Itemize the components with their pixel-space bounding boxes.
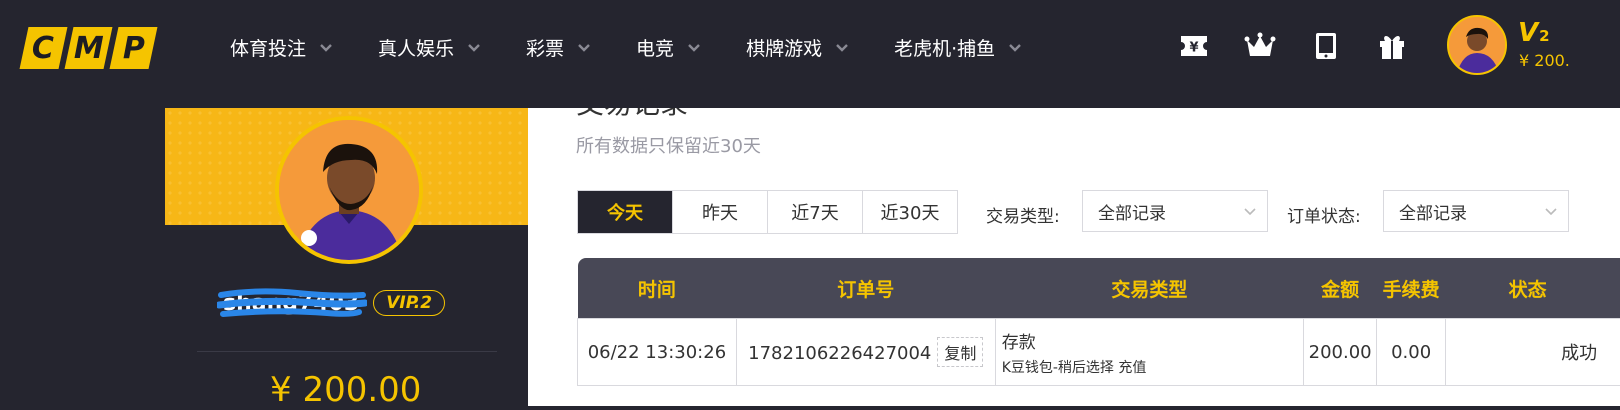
transaction-type: 存款 (1002, 328, 1302, 353)
tab-last-30-days[interactable]: 近30天 (862, 191, 957, 233)
transaction-type-value: 全部记录 (1098, 199, 1166, 224)
cell-type: 存款 K豆钱包-稍后选择 充值 (995, 319, 1303, 386)
nav-item-sports[interactable]: 体育投注 (230, 34, 334, 61)
chevron-down-icon (318, 43, 334, 53)
page-subtitle: 所有数据只保留近30天 (576, 132, 761, 158)
cell-status: 成功 (1446, 319, 1620, 386)
chevron-down-icon (1544, 207, 1558, 216)
vip-level-mini: V2 (1518, 18, 1550, 48)
vip-letter: V (1518, 18, 1538, 48)
user-avatar-large[interactable] (275, 116, 423, 264)
nav-item-label: 体育投注 (230, 34, 306, 61)
transaction-type-select[interactable]: 全部记录 (1082, 190, 1268, 232)
gift-icon[interactable] (1376, 30, 1408, 62)
nav-item-label: 电竞 (636, 34, 674, 61)
nav-item-card-games[interactable]: 棋牌游戏 (746, 34, 850, 61)
cell-fee: 0.00 (1377, 319, 1446, 386)
main-nav: 体育投注 真人娱乐 彩票 电竞 棋牌游戏 老虎机·捕鱼 (230, 34, 1067, 61)
order-number: 1782106226427004 (748, 343, 931, 364)
logo-letter-box: C (20, 27, 68, 69)
nav-item-label: 真人娱乐 (378, 34, 454, 61)
cell-amount: 200.00 (1304, 319, 1377, 386)
table-row: 06/22 13:30:26 1782106226427004 复制 存款 K豆钱… (578, 319, 1620, 386)
chevron-down-icon (686, 43, 702, 53)
table-header-row: 时间 订单号 交易类型 金额 手续费 状态 (578, 258, 1620, 319)
nav-item-esports[interactable]: 电竞 (636, 34, 702, 61)
account-balance: ¥ 200.00 (270, 370, 421, 410)
nav-item-slots-fishing[interactable]: 老虎机·捕鱼 (894, 34, 1023, 61)
vip-badge: VIP.2 (373, 290, 445, 316)
tablet-icon[interactable] (1310, 30, 1342, 62)
logo-letter: M (74, 31, 104, 66)
username-row: shang7403 VIP.2 (223, 290, 445, 316)
column-header-status: 状态 (1446, 258, 1620, 319)
tab-yesterday[interactable]: 昨天 (672, 191, 767, 233)
logo-letter: P (123, 31, 145, 66)
column-header-fee: 手续费 (1377, 258, 1446, 319)
cell-time: 06/22 13:30:26 (578, 319, 737, 386)
column-header-time: 时间 (578, 258, 737, 319)
transaction-type-detail: K豆钱包-稍后选择 充值 (1002, 357, 1302, 377)
transaction-table: 时间 订单号 交易类型 金额 手续费 状态 06/22 13:30:26 178… (577, 258, 1620, 386)
tab-today[interactable]: 今天 (578, 191, 672, 233)
date-range-tabs: 今天 昨天 近7天 近30天 (577, 190, 958, 234)
column-header-amount: 金额 (1304, 258, 1377, 319)
order-status-label: 订单状态: (1287, 202, 1361, 227)
transaction-content: 交易记录 所有数据只保留近30天 今天 昨天 近7天 近30天 交易类型: 全部… (528, 108, 1620, 406)
logo-letter: C (32, 31, 54, 66)
nav-item-label: 彩票 (526, 34, 564, 61)
tab-last-7-days[interactable]: 近7天 (767, 191, 862, 233)
svg-text:¥: ¥ (1189, 41, 1198, 56)
username: shang7403 (223, 291, 359, 316)
balance-mini: ¥ 200. (1519, 51, 1570, 70)
vip-level-number: 2 (1539, 27, 1549, 45)
chevron-down-icon (1007, 43, 1023, 53)
logo-letter-box: M (65, 27, 113, 69)
order-status-value: 全部记录 (1399, 199, 1467, 224)
crown-icon[interactable] (1244, 30, 1276, 62)
user-avatar-small[interactable] (1447, 15, 1507, 75)
copy-order-button[interactable]: 复制 (937, 337, 983, 367)
profile-divider (197, 351, 497, 352)
redaction-scribble (217, 285, 367, 321)
nav-item-label: 老虎机·捕鱼 (894, 34, 995, 61)
chevron-down-icon (466, 43, 482, 53)
header-icon-group: ¥ (1178, 30, 1408, 62)
chevron-down-icon (1243, 207, 1257, 216)
cell-order-no: 1782106226427004 复制 (736, 319, 995, 386)
chevron-down-icon (834, 43, 850, 53)
nav-item-label: 棋牌游戏 (746, 34, 822, 61)
page-title: 交易记录 (576, 108, 688, 122)
order-status-select[interactable]: 全部记录 (1383, 190, 1569, 232)
user-profile-panel: shang7403 VIP.2 ¥ 200.00 (165, 108, 528, 406)
column-header-type: 交易类型 (995, 258, 1303, 319)
nav-item-live-casino[interactable]: 真人娱乐 (378, 34, 482, 61)
column-header-order-no: 订单号 (736, 258, 995, 319)
nav-item-lottery[interactable]: 彩票 (526, 34, 592, 61)
cmp-logo[interactable]: C M P (24, 27, 153, 69)
top-header: C M P 体育投注 真人娱乐 彩票 电竞 棋牌游戏 老虎机·捕鱼 (0, 0, 1620, 108)
ticket-yen-icon[interactable]: ¥ (1178, 30, 1210, 62)
chevron-down-icon (576, 43, 592, 53)
transaction-type-label: 交易类型: (986, 202, 1060, 227)
logo-letter-box: P (110, 27, 158, 69)
